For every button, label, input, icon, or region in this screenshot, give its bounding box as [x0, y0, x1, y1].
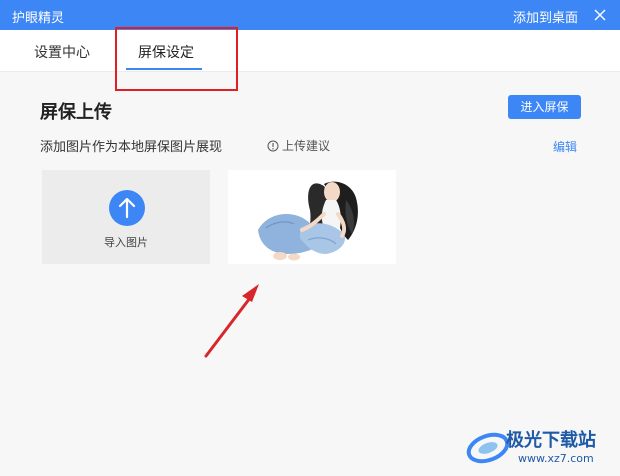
enter-screensaver-button[interactable]: 进入屏保 [508, 95, 581, 119]
tab-bar: 设置中心 屏保设定 [0, 30, 620, 72]
upload-suggestion-label: 上传建议 [282, 139, 331, 153]
highlight-box [115, 27, 238, 91]
section-subtitle: 添加图片作为本地屏保图片展现 [40, 140, 223, 155]
import-image-label: 导入图片 [104, 236, 148, 249]
upload-suggestion-link[interactable]: 上传建议 [267, 137, 330, 154]
info-icon [267, 140, 279, 151]
add-to-desktop-button[interactable]: 添加到桌面 [513, 7, 578, 26]
watermark-url: www.xz7.com [518, 452, 594, 465]
close-icon[interactable] [590, 5, 610, 25]
edit-link[interactable]: 编辑 [553, 138, 577, 155]
section-title: 屏保上传 [40, 102, 112, 123]
app-title: 护眼精灵 [12, 11, 65, 26]
illustration-girl-image [258, 181, 358, 261]
upload-arrow-icon [109, 190, 145, 226]
screensaver-image-thumbnail[interactable] [228, 170, 396, 264]
title-bar: 护眼精灵 添加到桌面 [0, 0, 620, 30]
import-image-card[interactable]: 导入图片 [42, 170, 210, 264]
watermark-text: 极光下载站 [506, 430, 596, 451]
tab-settings-center[interactable]: 设置中心 [34, 42, 90, 62]
